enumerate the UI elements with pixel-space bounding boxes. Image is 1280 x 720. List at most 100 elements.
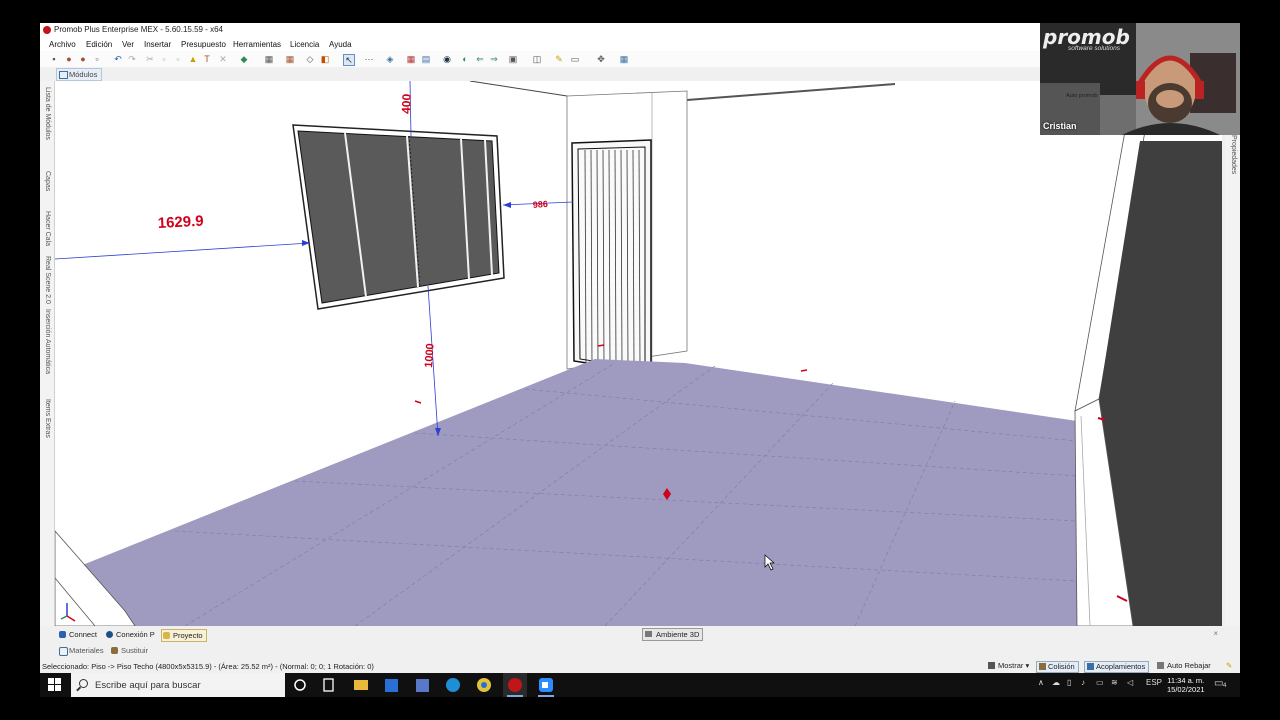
shield-icon[interactable]: ◈ <box>385 54 395 64</box>
pencil-icon[interactable]: ✎ <box>1216 661 1232 671</box>
taskbar-search[interactable]: Escribe aquí para buscar <box>71 673 285 697</box>
file-explorer-icon <box>354 680 368 690</box>
dimension-window-left: 1629.9 <box>157 213 204 232</box>
ambiente-icon <box>645 631 652 637</box>
module-icon[interactable]: ◆ <box>239 54 249 64</box>
tab-modulos[interactable]: Módulos <box>56 68 103 81</box>
desktop-icon[interactable]: ▯ <box>1067 678 1071 687</box>
menu-presupuesto[interactable]: Presupuesto <box>181 40 226 49</box>
hammer-icon[interactable]: T <box>202 54 212 64</box>
save-icon[interactable]: ▪ <box>49 54 59 64</box>
undo-icon[interactable]: ↶ <box>113 54 123 64</box>
tab-materiales[interactable]: Materiales <box>58 645 104 656</box>
menu-ayuda[interactable]: Ayuda <box>329 40 352 49</box>
folder-icon <box>163 632 170 639</box>
tab-proyecto-label: Proyecto <box>173 631 203 640</box>
ceiling-beam <box>687 83 895 101</box>
align-icon[interactable]: ▤ <box>421 54 431 64</box>
window-icon[interactable]: ▣ <box>508 54 518 64</box>
tab-capas[interactable]: Capas <box>41 171 53 191</box>
tab-connect[interactable]: Connect <box>58 629 97 640</box>
door-marker <box>597 344 605 347</box>
camera-icon[interactable]: ◐ <box>460 54 470 64</box>
layout-icon[interactable]: ▦ <box>264 54 274 64</box>
3d-viewport[interactable]: 1629.9 400 1000 986 <box>55 81 1222 626</box>
delete-icon[interactable]: ✕ <box>218 54 228 64</box>
search-icon <box>79 679 88 688</box>
collision-icon <box>1039 663 1046 670</box>
tab-sustituir[interactable]: Sustituir <box>110 645 148 656</box>
acoplamientos-label: Acoplamientos <box>1096 662 1146 671</box>
menu-ver[interactable]: Ver <box>122 40 134 49</box>
conexion-icon <box>106 631 113 638</box>
box-icon[interactable]: ◫ <box>532 54 542 64</box>
copy-icon[interactable]: ▫ <box>159 54 169 64</box>
dimension-window-right: 986 <box>532 199 548 210</box>
menu-insertar[interactable]: Insertar <box>144 40 171 49</box>
paint-icon[interactable]: ▲ <box>188 54 198 64</box>
menu-licencia[interactable]: Licencia <box>290 40 319 49</box>
print-icon[interactable]: ● <box>78 54 88 64</box>
tab-ambiente-3d[interactable]: Ambiente 3D <box>642 628 704 641</box>
tab-real-scene[interactable]: Real Scene 2.0 <box>41 256 53 304</box>
tab-propiedades[interactable]: Propiedades <box>1227 135 1239 174</box>
cloud-icon[interactable]: ☁ <box>1052 678 1060 687</box>
tab-lista-de-modulos[interactable]: Lista de Módulos <box>41 87 53 140</box>
render-icon[interactable]: ▦ <box>406 54 416 64</box>
bottom-tab-strip: Connect Conexión P Proyecto Ambiente 3D … <box>55 628 1222 642</box>
shape-icon[interactable]: ◇ <box>305 54 315 64</box>
colision-button[interactable]: Colisión <box>1036 661 1079 673</box>
paste-icon[interactable]: ▫ <box>173 54 183 64</box>
tab-proyecto[interactable]: Proyecto <box>161 629 207 642</box>
auto-rebajar-icon <box>1157 662 1164 669</box>
walk-icon[interactable]: ⇐ <box>475 54 485 64</box>
tray-chevron-icon[interactable]: ∧ <box>1038 678 1044 687</box>
mostrar-label: Mostrar <box>998 661 1024 670</box>
left-panel-tabs: Lista de Módulos Capas Hacer Cala Real S… <box>40 81 55 626</box>
volume-icon[interactable]: ◁ <box>1127 678 1133 687</box>
redo-icon[interactable]: ↷ <box>127 54 137 64</box>
mostrar-button[interactable]: Mostrar ▾ <box>988 661 1029 671</box>
auto-rebajar-label: Auto Rebajar <box>1167 661 1211 670</box>
next-icon[interactable]: ⇒ <box>489 54 499 64</box>
menu-herramientas[interactable]: Herramientas <box>233 40 281 49</box>
battery-icon[interactable]: ▭ <box>1096 678 1104 687</box>
select-arrow-icon[interactable]: ↖ <box>343 54 355 66</box>
close-icon[interactable]: × <box>1213 629 1218 638</box>
measure-icon[interactable]: ⋯ <box>364 54 374 64</box>
tab-insercion-automatica[interactable]: Inserción Automática <box>41 309 53 374</box>
acoplamientos-button[interactable]: Acoplamientos <box>1084 661 1150 673</box>
clock-date: 15/02/2021 <box>1167 685 1205 694</box>
language-indicator[interactable]: ESP <box>1146 678 1162 687</box>
cut-icon[interactable]: ✂ <box>145 54 155 64</box>
view-icon[interactable]: ◉ <box>442 54 452 64</box>
main-toolbar: ▪ ● ● ▫ ↶ ↷ ✂ ▫ ▫ ▲ T ✕ ◆ ▦ ▦ ◇ ◧ ↖ ⋯ ◈ … <box>40 51 1040 67</box>
view-options-icon[interactable]: ▭ <box>570 54 580 64</box>
materials-icon <box>59 647 68 656</box>
materials-tab-strip: Materiales Sustituir <box>55 644 255 658</box>
move-icon[interactable]: ✥ <box>596 54 606 64</box>
tab-hacer-cala[interactable]: Hacer Cala <box>41 211 53 246</box>
windows-start-icon[interactable] <box>48 678 62 692</box>
zoom-icon <box>539 678 553 692</box>
tab-sustituir-label: Sustituir <box>121 646 149 655</box>
clock[interactable]: 11:34 a. m. 15/02/2021 <box>1167 676 1205 694</box>
wifi-icon[interactable]: ≋ <box>1111 678 1118 687</box>
floor[interactable] <box>75 359 1077 626</box>
microphone-icon[interactable]: ♪ <box>1081 678 1085 687</box>
webcam-overlay: promob software solutions Auto promob Cr… <box>1040 23 1240 135</box>
webcam-small-label: Auto promob <box>1066 93 1098 99</box>
open-icon[interactable]: ● <box>64 54 74 64</box>
tab-conexion[interactable]: Conexión P <box>105 629 155 640</box>
menu-edicion[interactable]: Edición <box>86 40 112 49</box>
furniture-icon[interactable]: ▦ <box>285 54 295 64</box>
grid-icon[interactable]: ▦ <box>619 54 629 64</box>
print-preview-icon[interactable]: ▫ <box>92 54 102 64</box>
cube-icon[interactable]: ◧ <box>320 54 330 64</box>
replace-icon <box>111 647 118 654</box>
tab-items-extras[interactable]: Items Extras <box>41 399 53 438</box>
wand-icon[interactable]: ✎ <box>554 54 564 64</box>
webcam-person <box>1040 23 1240 135</box>
auto-rebajar-button[interactable]: Auto Rebajar <box>1157 661 1211 671</box>
menu-archivo[interactable]: Archivo <box>49 40 76 49</box>
